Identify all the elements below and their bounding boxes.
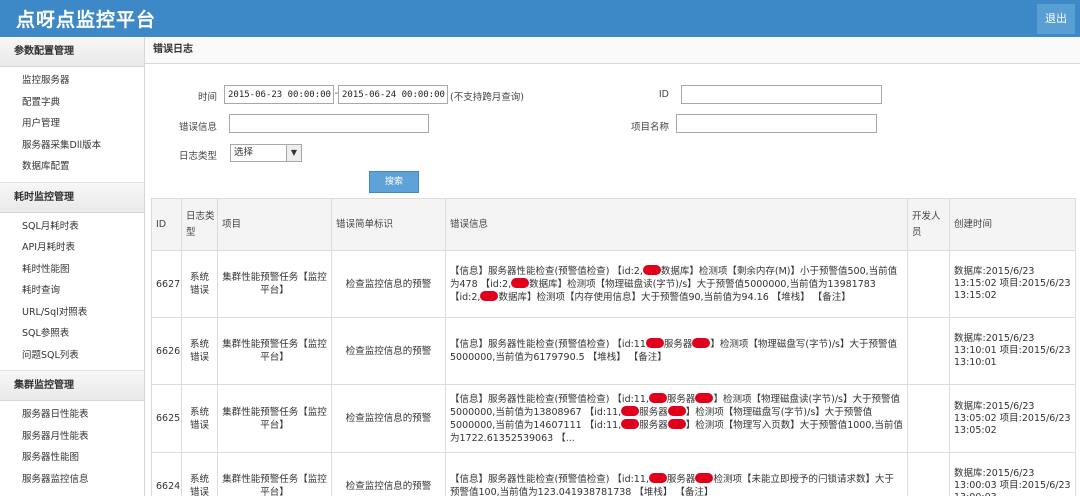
cell-brief: 检查监控信息的预警 [331,250,446,318]
cell-info: 【信息】服务器性能检查(预警值检查) 【id:11, 服务器 】检测项【物理磁盘读(… [445,384,908,453]
cell-brief: 检查监控信息的预警 [331,384,446,453]
cell-brief: 检查监控信息的预警 [331,317,446,385]
redaction-mark [645,338,664,348]
sidebar-item-problem-sql[interactable]: 问题SQL列表 [0,345,144,367]
time-end-input[interactable]: 2015-06-24 00:00:00 [338,85,448,104]
time-start-input[interactable]: 2015-06-23 00:00:00 [224,85,334,104]
app-title: 点呀点监控平台 [16,9,157,31]
cell-brief: 检查监控信息的预警 [331,452,446,496]
cell-type: 系统错误 [181,384,218,453]
redaction-mark [480,290,499,301]
project-name-label: 项目名称 [630,122,669,133]
col-header-dev[interactable]: 开发人员 [907,198,950,251]
cell-id: 6624 [151,452,182,496]
cell-info: 【信息】服务器性能检查(预警值检查) 【id:11, 服务器 检测项【未能立即授予的… [445,452,908,496]
id-input[interactable] [681,85,882,104]
cell-project: 集群性能预警任务【监控平台】 [217,250,332,318]
redaction-mark [621,405,640,416]
cell-id: 6626 [151,317,182,385]
redaction-mark [642,264,661,275]
sidebar-item-server-perf-chart[interactable]: 服务器性能图 [0,447,144,469]
table-row[interactable]: 6624 系统错误 集群性能预警任务【监控平台】 检查监控信息的预警 【信息】服… [151,452,1076,496]
col-header-brief[interactable]: 错误简单标识 [331,198,446,251]
redaction-mark [648,473,667,483]
error-info-label: 错误信息 [178,122,217,133]
table-header-row: ID 日志类型 项目 错误简单标识 错误信息 开发人员 创建时间 [151,198,1076,251]
cell-created: 数据库:2015/6/23 13:10:01 项目:2015/6/23 13:1… [949,317,1076,385]
cell-info: 【信息】服务器性能检查(预警值检查) 【id:11 服务器 】检测项【物理磁盘写(字… [445,317,908,385]
sidebar: 参数配置管理 监控服务器 配置字典 用户管理 服务器采集Dll版本 数据库配置 … [0,37,145,496]
chevron-down-icon: ▼ [286,145,301,161]
redaction-mark [667,405,686,416]
sidebar-section-time-monitor[interactable]: 耗时监控管理 [0,181,144,213]
redaction-mark [695,473,714,483]
sidebar-item-sql-ref[interactable]: SQL参照表 [0,323,144,345]
sidebar-item-config-dict[interactable]: 配置字典 [0,92,144,114]
log-type-select[interactable]: 选择 ▼ [230,144,302,162]
cell-dev [907,384,950,453]
sidebar-item-url-sql-map[interactable]: URL/Sql对照表 [0,302,144,324]
cell-project: 集群性能预警任务【监控平台】 [217,452,332,496]
redaction-mark [511,277,530,288]
col-header-info[interactable]: 错误信息 [445,198,908,251]
time-label: 时间 [197,92,217,103]
project-name-input[interactable] [676,114,877,133]
col-header-project[interactable]: 项目 [217,198,332,251]
cell-type: 系统错误 [181,317,218,385]
sidebar-item-api-monthly[interactable]: API月耗时表 [0,237,144,259]
redaction-mark [695,392,714,403]
cell-dev [907,250,950,318]
sidebar-item-time-query[interactable]: 耗时查询 [0,280,144,302]
sidebar-item-dll-version[interactable]: 服务器采集Dll版本 [0,135,144,157]
cell-project: 集群性能预警任务【监控平台】 [217,384,332,453]
sidebar-item-db-config[interactable]: 数据库配置 [0,156,144,178]
sidebar-item-user-manage[interactable]: 用户管理 [0,113,144,135]
redaction-mark [667,418,686,429]
log-type-value: 选择 [234,147,254,158]
sidebar-item-sql-monthly[interactable]: SQL月耗时表 [0,216,144,238]
cell-project: 集群性能预警任务【监控平台】 [217,317,332,385]
cell-dev [907,317,950,385]
cell-id: 6625 [151,384,182,453]
page-title: 错误日志 [145,37,1080,64]
sidebar-item-perf-chart[interactable]: 耗时性能图 [0,259,144,281]
cell-created: 数据库:2015/6/23 13:15:02 项目:2015/6/23 13:1… [949,250,1076,318]
top-bar: 点呀点监控平台 退出 [0,0,1080,37]
logout-button[interactable]: 退出 [1037,4,1075,34]
cell-dev [907,452,950,496]
table-row[interactable]: 6626 系统错误 集群性能预警任务【监控平台】 检查监控信息的预警 【信息】服… [151,317,1076,385]
redaction-mark [621,418,640,429]
sidebar-section-cluster-monitor[interactable]: 集群监控管理 [0,370,144,401]
cell-type: 系统错误 [181,250,218,318]
main-panel: 错误日志 时间 2015-06-23 00:00:00 - 2015-06-24… [145,37,1080,496]
sidebar-item-server-daily[interactable]: 服务器日性能表 [0,404,144,426]
id-label: ID [658,89,669,100]
error-log-table: ID 日志类型 项目 错误简单标识 错误信息 开发人员 创建时间 6627 系统… [151,198,1076,496]
cell-type: 系统错误 [181,452,218,496]
cell-id: 6627 [151,250,182,318]
redaction-mark [648,392,667,403]
table-row[interactable]: 6627 系统错误 集群性能预警任务【监控平台】 检查监控信息的预警 【信息】服… [151,250,1076,318]
col-header-created[interactable]: 创建时间 [949,198,1076,251]
error-info-input[interactable] [229,114,429,133]
cell-created: 数据库:2015/6/23 13:05:02 项目:2015/6/23 13:0… [949,384,1076,453]
sidebar-item-server-monitor-info[interactable]: 服务器监控信息 [0,469,144,491]
redaction-mark [692,338,711,348]
sidebar-item-server-monthly[interactable]: 服务器月性能表 [0,426,144,448]
col-header-id[interactable]: ID [151,198,182,251]
search-button[interactable]: 搜索 [369,171,419,193]
table-row[interactable]: 6625 系统错误 集群性能预警任务【监控平台】 检查监控信息的预警 【信息】服… [151,384,1076,453]
sidebar-section-param-config[interactable]: 参数配置管理 [0,37,144,67]
sidebar-item-monitor-server[interactable]: 监控服务器 [0,70,144,92]
cell-info: 【信息】服务器性能检查(预警值检查) 【id:2, 数据库】检测项【剩余内存(M)… [445,250,908,318]
cell-created: 数据库:2015/6/23 13:00:03 项目:2015/6/23 13:0… [949,452,1076,496]
col-header-type[interactable]: 日志类型 [181,198,218,251]
log-type-label: 日志类型 [178,151,217,162]
time-note: (不支持跨月查询) [450,92,524,103]
